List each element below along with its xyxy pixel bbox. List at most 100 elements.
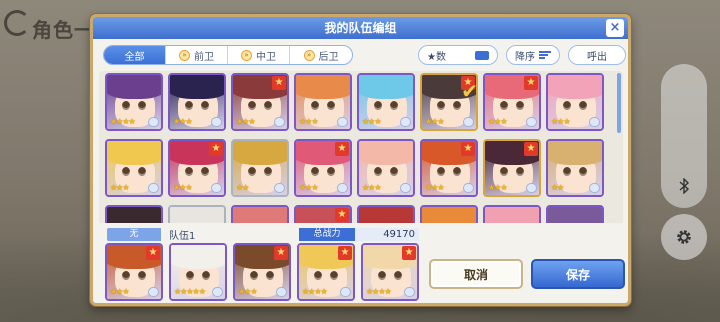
level-chevron-icon — [212, 287, 223, 297]
gear-icon — [677, 230, 691, 244]
character-card[interactable]: ★★★★ — [168, 139, 226, 197]
character-card[interactable] — [105, 205, 163, 225]
character-card[interactable]: ★ — [294, 205, 352, 225]
character-card[interactable] — [231, 205, 289, 225]
level-chevron-icon — [274, 183, 285, 193]
character-card[interactable] — [420, 205, 478, 225]
level-chevron-icon — [589, 183, 600, 193]
party-member-card[interactable]: ★★★ ★ — [233, 243, 291, 301]
character-card[interactable] — [483, 205, 541, 225]
character-card[interactable]: ★★ — [546, 139, 604, 197]
level-chevron-icon — [337, 183, 348, 193]
rank-star-icon: ★ — [524, 142, 538, 156]
star-rating: ★★★ — [299, 117, 318, 126]
star-rating: ★★★★ — [302, 287, 328, 296]
party-member-card[interactable]: ★★★ ★ — [105, 243, 163, 301]
rank-star-icon: ★ — [335, 142, 349, 156]
character-card[interactable]: ★★★ — [105, 139, 163, 197]
level-chevron-icon — [340, 287, 351, 297]
star-rating: ★★★★ — [110, 117, 136, 126]
team-name: 队伍1 — [169, 230, 196, 242]
star-rating: ★★★ — [488, 183, 507, 192]
star-filter-button[interactable]: ★数 — [418, 45, 498, 65]
star-rating: ★★★ — [110, 287, 129, 296]
character-card[interactable]: ★★★★ — [294, 139, 352, 197]
close-button[interactable]: × — [606, 19, 624, 37]
star-rating: ★★★★ — [366, 287, 392, 296]
character-card[interactable]: ★★★ — [357, 139, 415, 197]
call-button[interactable]: 呼出 — [568, 45, 626, 65]
level-chevron-icon — [276, 287, 287, 297]
character-card[interactable] — [168, 205, 226, 225]
star-rating: ★★★ — [173, 117, 192, 126]
character-card[interactable]: ★★★★ — [105, 73, 163, 131]
star-rating: ★★★ — [551, 117, 570, 126]
level-chevron-icon — [463, 117, 474, 127]
power-value: 49170 — [355, 227, 419, 241]
rank-star-icon: ★ — [209, 142, 223, 156]
party-member-card[interactable]: ★★★★★ — [169, 243, 227, 301]
rank-star-icon: ★ — [335, 208, 349, 222]
star-rating: ★★★ — [299, 183, 318, 192]
dialog-header: 我的队伍编组 × — [93, 17, 628, 39]
rank-star-icon: ★ — [338, 246, 352, 260]
save-button[interactable]: 保存 — [531, 259, 625, 289]
sort-button[interactable]: 降序 — [506, 45, 560, 65]
star-rating: ★★★ — [362, 183, 381, 192]
star-rating: ★★★★★ — [174, 287, 206, 296]
character-card[interactable]: ★★★★ — [483, 73, 541, 131]
party-member-card[interactable]: ★★★★★ — [297, 243, 355, 301]
level-chevron-icon — [526, 183, 537, 193]
character-card[interactable]: ★★★ ★ ✔ — [420, 73, 478, 131]
character-card[interactable]: ★★★ — [546, 73, 604, 131]
position-icon: » — [241, 49, 252, 61]
character-card[interactable]: ★★★ — [168, 73, 226, 131]
sort-label: 降序 — [515, 51, 535, 63]
party-bar: 无 队伍1 总战力 49170 ★★★ ★ ★★★★★ ★★★ ★ ★★★★ ★ ★★★★ ★ … — [99, 223, 625, 303]
character-card[interactable]: ★★★ — [357, 73, 415, 131]
level-chevron-icon — [337, 117, 348, 127]
rank-star-icon: ★ — [272, 76, 286, 90]
toolbar: 全部 » 前卫 » 中卫» 后卫 ★数 降序 呼出 — [101, 45, 626, 67]
position-icon: » — [179, 49, 190, 61]
star-rating: ★★★ — [238, 287, 257, 296]
tab-label: 全部 — [124, 51, 145, 63]
character-card[interactable]: ★★★★ — [483, 139, 541, 197]
star-filter-label: ★数 — [427, 51, 446, 63]
settings-button[interactable] — [661, 214, 707, 260]
position-tabs: 全部 » 前卫 » 中卫» 后卫 — [103, 45, 353, 65]
back-swirl-icon[interactable] — [4, 10, 30, 36]
rank-star-icon: ★ — [146, 246, 160, 260]
rank-star-icon: ★ — [274, 246, 288, 260]
rank-star-icon: ★ — [461, 142, 475, 156]
tab-0[interactable]: 全部 — [104, 46, 166, 64]
grid-scrollbar[interactable] — [617, 73, 621, 133]
star-rating: ★★★ — [110, 183, 129, 192]
character-card[interactable] — [357, 205, 415, 225]
level-chevron-icon — [526, 117, 537, 127]
rank-star-icon: ★ — [524, 76, 538, 90]
dialog-title: 我的队伍编组 — [324, 21, 397, 35]
star-rating: ★★ — [551, 183, 564, 192]
position-icon: » — [303, 49, 315, 61]
level-chevron-icon — [148, 287, 159, 297]
tab-2[interactable]: » 中卫 — [228, 46, 290, 64]
character-card[interactable] — [546, 205, 604, 225]
tab-label: 前卫 — [194, 51, 214, 63]
character-card[interactable]: ★★★ — [294, 73, 352, 131]
character-card[interactable]: ★★★★ — [231, 73, 289, 131]
bluetooth-icon[interactable] — [676, 177, 692, 195]
character-card[interactable]: ★★ — [231, 139, 289, 197]
level-chevron-icon — [400, 183, 411, 193]
level-chevron-icon — [148, 117, 159, 127]
tab-3[interactable]: » 后卫 — [290, 46, 352, 64]
level-chevron-icon — [274, 117, 285, 127]
star-rating: ★★★ — [362, 117, 381, 126]
level-chevron-icon — [211, 183, 222, 193]
tab-1[interactable]: » 前卫 — [166, 46, 228, 64]
party-member-card[interactable]: ★★★★★ — [361, 243, 419, 301]
cancel-button[interactable]: 取消 — [429, 259, 523, 289]
party-header: 无 队伍1 总战力 49170 — [107, 227, 419, 242]
character-card[interactable]: ★★★★ — [420, 139, 478, 197]
level-chevron-icon — [589, 117, 600, 127]
